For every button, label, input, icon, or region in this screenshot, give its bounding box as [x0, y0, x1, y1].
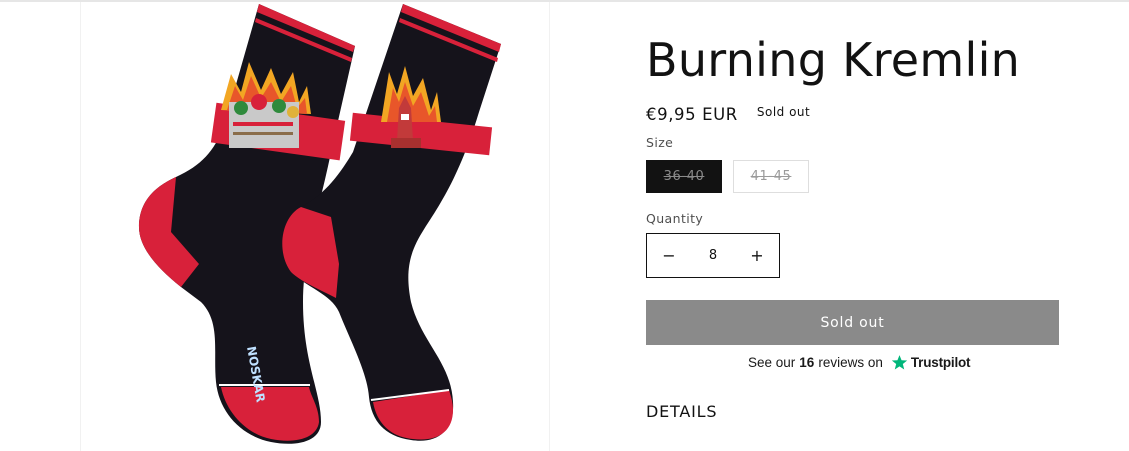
- product-title: Burning Kremlin: [646, 33, 1021, 87]
- quantity-label: Quantity: [646, 211, 704, 226]
- product-price: €9,95 EUR: [646, 105, 738, 124]
- plus-icon: +: [750, 246, 764, 265]
- trustpilot-widget[interactable]: See our 16 reviews on Trustpilot: [748, 354, 971, 371]
- product-image[interactable]: NOSKAR: [80, 2, 550, 451]
- sold-out-badge: Sold out: [756, 105, 811, 119]
- price-row: €9,95 EUR Sold out: [646, 105, 810, 124]
- minus-icon: −: [662, 246, 676, 265]
- size-label: Size: [646, 135, 674, 150]
- trustpilot-star-icon: [891, 354, 908, 371]
- quantity-stepper: − 8 +: [646, 233, 780, 278]
- size-options: 36-40 41-45: [646, 160, 809, 193]
- details-accordion[interactable]: DETAILS: [646, 402, 717, 421]
- trustpilot-prefix: See our: [748, 355, 796, 370]
- sold-out-button[interactable]: Sold out: [646, 300, 1059, 345]
- trustpilot-review-count: 16: [799, 355, 815, 370]
- size-option-41-45[interactable]: 41-45: [733, 160, 809, 193]
- trustpilot-logo: Trustpilot: [910, 355, 971, 370]
- size-option-36-40[interactable]: 36-40: [646, 160, 722, 193]
- product-info: Burning Kremlin €9,95 EUR Sold out Size …: [646, 0, 1066, 451]
- decrease-quantity-button[interactable]: −: [647, 234, 691, 277]
- socks-illustration: NOSKAR: [139, 4, 501, 444]
- quantity-input[interactable]: 8: [691, 248, 735, 263]
- increase-quantity-button[interactable]: +: [735, 234, 779, 277]
- trustpilot-suffix: reviews on: [818, 355, 883, 370]
